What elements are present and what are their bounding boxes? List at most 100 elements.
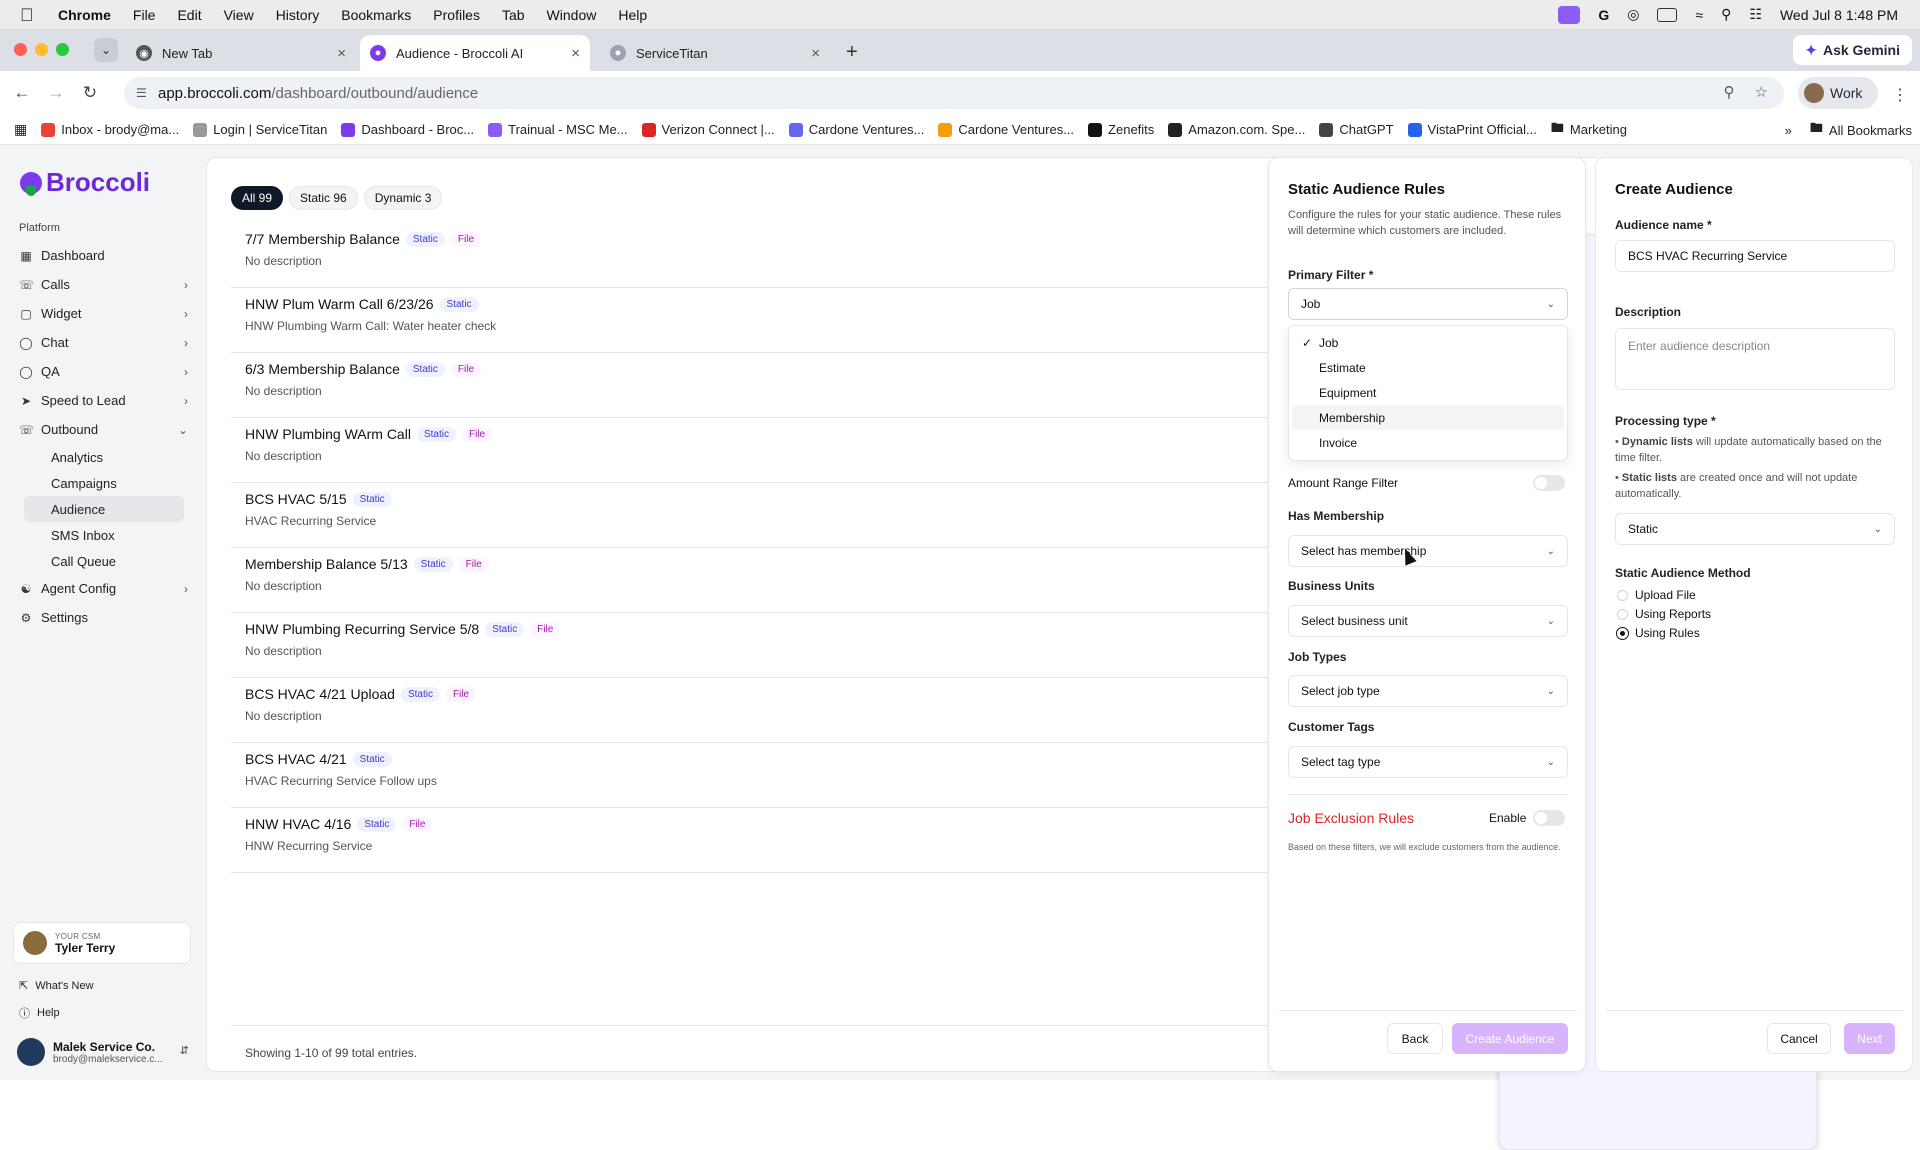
bookmark-servicetitan-login[interactable]: Login | ServiceTitan bbox=[193, 122, 327, 137]
bookmark-vistaprint[interactable]: VistaPrint Official... bbox=[1407, 122, 1537, 137]
sync-icon[interactable]: ◎ bbox=[1627, 6, 1639, 23]
amount-range-toggle[interactable] bbox=[1533, 475, 1565, 491]
list-item[interactable]: HNW Plumbing Recurring Service 5/8 Static… bbox=[231, 613, 1271, 678]
menu-profiles[interactable]: Profiles bbox=[433, 7, 480, 23]
has-membership-select[interactable]: Select has membership ⌄ bbox=[1288, 535, 1568, 567]
list-item[interactable]: BCS HVAC 4/21StaticRulesHVAC Recurring S… bbox=[231, 235, 1817, 1150]
primary-filter-select[interactable]: Job ⌄ bbox=[1288, 288, 1568, 320]
bookmark-marketing-folder[interactable]: 🖿 Marketing bbox=[1551, 119, 1627, 141]
bookmark-zenefits[interactable]: Zenefits bbox=[1088, 122, 1154, 137]
screen-share-icon[interactable] bbox=[1558, 5, 1581, 24]
audience-name[interactable]: Membership Balance 5/13 bbox=[245, 556, 408, 572]
bookmark-broccoli-dashboard[interactable]: Dashboard - Broc... bbox=[341, 122, 474, 137]
list-item[interactable]: HNW HVAC 4/16 Static File HNW Recurring Ser… bbox=[231, 808, 1271, 873]
grammarly-icon[interactable]: G bbox=[1598, 7, 1609, 23]
profile-button[interactable]: Work bbox=[1798, 77, 1878, 109]
sidebar-item-dashboard[interactable]: ▦ Dashboard bbox=[12, 241, 194, 270]
back-button[interactable]: Back bbox=[1387, 1023, 1443, 1054]
back-arrow-icon[interactable]: ← bbox=[10, 83, 34, 103]
close-icon[interactable]: × bbox=[571, 45, 580, 62]
audience-name[interactable]: HNW Plumbing WArm Call bbox=[245, 426, 411, 442]
list-item[interactable]: Membership Balance 5/13 Static File No desc… bbox=[231, 548, 1271, 613]
tab-search-chevron-icon[interactable]: ⌄ bbox=[94, 38, 118, 62]
more-menu-icon[interactable]: ⋮ bbox=[1892, 85, 1908, 105]
bookmark-cardone-1[interactable]: Cardone Ventures... bbox=[788, 122, 924, 137]
sidebar-sub-campaigns[interactable]: Campaigns bbox=[24, 470, 184, 496]
next-button[interactable]: Next bbox=[1844, 1023, 1895, 1054]
processing-type-select[interactable]: Static ⌄ bbox=[1615, 513, 1895, 545]
address-bar[interactable]: ☰ app.broccoli.com/dashboard/outbound/au… bbox=[124, 77, 1784, 109]
new-tab-plus-icon[interactable]: + bbox=[846, 41, 858, 64]
audience-name-input[interactable]: BCS HVAC Recurring Service bbox=[1615, 240, 1895, 272]
close-window-button[interactable] bbox=[14, 43, 27, 56]
menu-help[interactable]: Help bbox=[618, 7, 647, 23]
option-job[interactable]: ✓ Job bbox=[1292, 330, 1564, 355]
business-units-select[interactable]: Select business unit ⌄ bbox=[1288, 605, 1568, 637]
filter-all[interactable]: All 99 bbox=[231, 186, 284, 210]
control-center-icon[interactable]: ☷ bbox=[1749, 6, 1762, 23]
list-item[interactable]: HNW Plum Warm Call 6/23/26StaticRulesHNW… bbox=[231, 235, 1817, 1150]
sidebar-item-widget[interactable]: ▢ Widget › bbox=[12, 299, 194, 328]
help-link[interactable]: ⓘ Help bbox=[19, 1005, 60, 1021]
forward-arrow-icon[interactable]: → bbox=[44, 83, 68, 103]
wifi-icon[interactable]: ≈ bbox=[1695, 7, 1703, 23]
reload-icon[interactable]: ↻ bbox=[78, 83, 102, 103]
option-membership[interactable]: Membership bbox=[1292, 405, 1564, 430]
create-audience-button[interactable]: Create Audience bbox=[1452, 1023, 1568, 1054]
audience-name[interactable]: BCS HVAC 4/21 bbox=[245, 751, 347, 767]
menu-tab[interactable]: Tab bbox=[502, 7, 525, 23]
audience-name[interactable]: BCS HVAC 5/15 bbox=[245, 491, 347, 507]
filter-dynamic[interactable]: Dynamic 3 bbox=[363, 186, 443, 210]
radio-using-reports[interactable]: Using Reports bbox=[1617, 607, 1711, 621]
sidebar-item-speed-to-lead[interactable]: ➤ Speed to Lead › bbox=[12, 386, 194, 415]
sidebar-item-chat[interactable]: ◯ Chat › bbox=[12, 328, 194, 357]
account-switcher[interactable]: Malek Service Co. brody@malekservice.c..… bbox=[17, 1034, 189, 1070]
sidebar-item-settings[interactable]: ⚙ Settings bbox=[12, 603, 194, 632]
audience-name[interactable]: BCS HVAC 4/21 Upload bbox=[245, 686, 395, 702]
menu-window[interactable]: Window bbox=[547, 7, 597, 23]
tab-new-tab[interactable]: ◉ New Tab × bbox=[126, 35, 356, 71]
list-item[interactable]: 7/7 Membership Balance Static File No descr… bbox=[231, 223, 1271, 288]
sidebar-item-outbound[interactable]: ☏ Outbound ⌄ bbox=[12, 415, 194, 444]
apple-icon[interactable]:  bbox=[20, 6, 38, 24]
tab-audience[interactable]: ● Audience - Broccoli AI × bbox=[360, 35, 590, 71]
list-item[interactable]: BCS HVAC 5/15StaticRulesHVAC Recurring S… bbox=[231, 235, 1817, 1150]
list-item[interactable]: HNW Plumbing WArm Call Static File No descr… bbox=[231, 418, 1271, 483]
bookmark-chatgpt[interactable]: ChatGPT bbox=[1319, 122, 1394, 137]
all-bookmarks-button[interactable]: 🖿 All Bookmarks bbox=[1810, 119, 1912, 141]
menu-chrome[interactable]: Chrome bbox=[58, 7, 111, 23]
bookmark-verizon[interactable]: Verizon Connect |... bbox=[641, 122, 775, 137]
whats-new-link[interactable]: ⇱ What's New bbox=[19, 979, 94, 993]
close-icon[interactable]: × bbox=[337, 45, 346, 62]
audience-name[interactable]: HNW HVAC 4/16 bbox=[245, 816, 351, 832]
sidebar-item-calls[interactable]: ☏ Calls › bbox=[12, 270, 194, 299]
sidebar-item-agent-config[interactable]: ☯ Agent Config › bbox=[12, 574, 194, 603]
audience-name[interactable]: 7/7 Membership Balance bbox=[245, 231, 400, 247]
option-invoice[interactable]: Invoice bbox=[1292, 430, 1564, 455]
sidebar-sub-audience[interactable]: Audience bbox=[24, 496, 184, 522]
apps-grid-icon[interactable]: ▦ bbox=[14, 121, 27, 138]
menu-file[interactable]: File bbox=[133, 7, 156, 23]
bookmark-cardone-2[interactable]: Cardone Ventures... bbox=[938, 122, 1074, 137]
menu-edit[interactable]: Edit bbox=[177, 7, 201, 23]
maximize-window-button[interactable] bbox=[56, 43, 69, 56]
sidebar-sub-sms-inbox[interactable]: SMS Inbox bbox=[24, 522, 184, 548]
sidebar-item-qa[interactable]: ◯ QA › bbox=[12, 357, 194, 386]
menu-bookmarks[interactable]: Bookmarks bbox=[341, 7, 411, 23]
site-info-icon[interactable]: ☰ bbox=[136, 86, 147, 100]
minimize-window-button[interactable] bbox=[35, 43, 48, 56]
radio-using-rules[interactable]: Using Rules bbox=[1617, 626, 1700, 640]
customer-tags-select[interactable]: Select tag type ⌄ bbox=[1288, 746, 1568, 778]
more-bookmarks-chevron-icon[interactable]: » bbox=[1785, 123, 1792, 138]
option-estimate[interactable]: Estimate bbox=[1292, 355, 1564, 380]
tab-servicetitan[interactable]: ● ServiceTitan × bbox=[600, 35, 830, 71]
broccoli-logo[interactable]: Broccoli bbox=[20, 167, 150, 198]
ask-gemini-button[interactable]: ✦ Ask Gemini bbox=[1793, 35, 1912, 65]
menu-view[interactable]: View bbox=[224, 7, 254, 23]
filter-static[interactable]: Static 96 bbox=[289, 186, 358, 210]
sidebar-sub-call-queue[interactable]: Call Queue bbox=[24, 548, 184, 574]
bookmark-trainual[interactable]: Trainual - MSC Me... bbox=[488, 122, 628, 137]
clock-text[interactable]: Wed Jul 8 1:48 PM bbox=[1780, 7, 1898, 23]
radio-upload-file[interactable]: Upload File bbox=[1617, 588, 1696, 602]
job-types-select[interactable]: Select job type ⌄ bbox=[1288, 675, 1568, 707]
